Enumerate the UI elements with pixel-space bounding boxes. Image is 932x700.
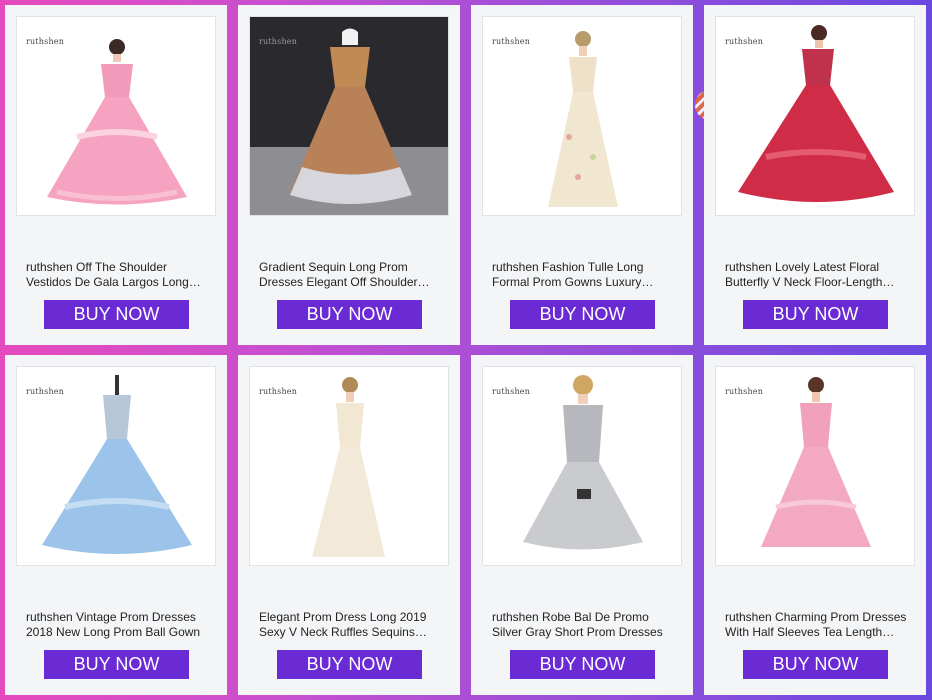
product-card[interactable]: ruthshen ruthshen Vintage Prom Dresses 2…	[5, 355, 227, 695]
product-image[interactable]: ruthshen	[249, 366, 449, 566]
pink-ballgown-icon	[47, 39, 187, 205]
blue-ballgown-icon	[42, 375, 192, 554]
ivory-gown-icon	[312, 377, 385, 557]
buy-now-button[interactable]: BUY NOW	[277, 650, 422, 679]
gold-sequin-gown-icon	[250, 28, 448, 215]
product-card[interactable]: ruthshen ruthshen Lovely Latest Floral B…	[704, 5, 926, 345]
product-image[interactable]: ruthshen	[16, 366, 216, 566]
product-title[interactable]: ruthshen Robe Bal De Promo Silver Gray S…	[492, 610, 677, 640]
product-title[interactable]: ruthshen Vintage Prom Dresses 2018 New L…	[26, 610, 211, 640]
product-image[interactable]: ruthshen	[482, 366, 682, 566]
product-card[interactable]: ruthshen ruthshen Off The Shoulder Vesti…	[5, 5, 227, 345]
product-card[interactable]: ruthshen ruthshen Fashion Tulle Long For…	[471, 5, 693, 345]
product-image[interactable]: ruthshen	[249, 16, 449, 216]
champagne-gown-icon	[548, 31, 618, 207]
product-card[interactable]: ruthshen Elegant Prom Dress Long 2019 Se…	[238, 355, 460, 695]
red-ballgown-icon	[738, 25, 894, 202]
product-title[interactable]: ruthshen Off The Shoulder Vestidos De Ga…	[26, 260, 211, 290]
product-image[interactable]: ruthshen	[715, 366, 915, 566]
product-title[interactable]: Gradient Sequin Long Prom Dresses Elegan…	[259, 260, 444, 290]
buy-now-button[interactable]: BUY NOW	[277, 300, 422, 329]
product-title[interactable]: Elegant Prom Dress Long 2019 Sexy V Neck…	[259, 610, 444, 640]
product-image[interactable]: ruthshen	[715, 16, 915, 216]
product-card[interactable]: ruthshen ruthshen Charming Prom Dresses …	[704, 355, 926, 695]
buy-now-button[interactable]: BUY NOW	[743, 300, 888, 329]
buy-now-button[interactable]: BUY NOW	[44, 650, 189, 679]
product-title[interactable]: ruthshen Lovely Latest Floral Butterfly …	[725, 260, 910, 290]
pink-lace-dress-icon	[761, 377, 871, 547]
buy-now-button[interactable]: BUY NOW	[510, 650, 655, 679]
buy-now-button[interactable]: BUY NOW	[510, 300, 655, 329]
buy-now-button[interactable]: BUY NOW	[44, 300, 189, 329]
product-image[interactable]: ruthshen	[16, 16, 216, 216]
product-card[interactable]: ruthshen Gradient Sequin Long Prom Dress…	[238, 5, 460, 345]
silver-dress-icon	[523, 375, 643, 550]
product-grid: ruthshen ruthshen Off The Shoulder Vesti…	[0, 0, 932, 700]
buy-now-button[interactable]: BUY NOW	[743, 650, 888, 679]
product-title[interactable]: ruthshen Charming Prom Dresses With Half…	[725, 610, 910, 640]
product-image[interactable]: ruthshen	[482, 16, 682, 216]
product-title[interactable]: ruthshen Fashion Tulle Long Formal Prom …	[492, 260, 677, 290]
product-card[interactable]: ruthshen ruthshen Robe Bal De Promo Silv…	[471, 355, 693, 695]
